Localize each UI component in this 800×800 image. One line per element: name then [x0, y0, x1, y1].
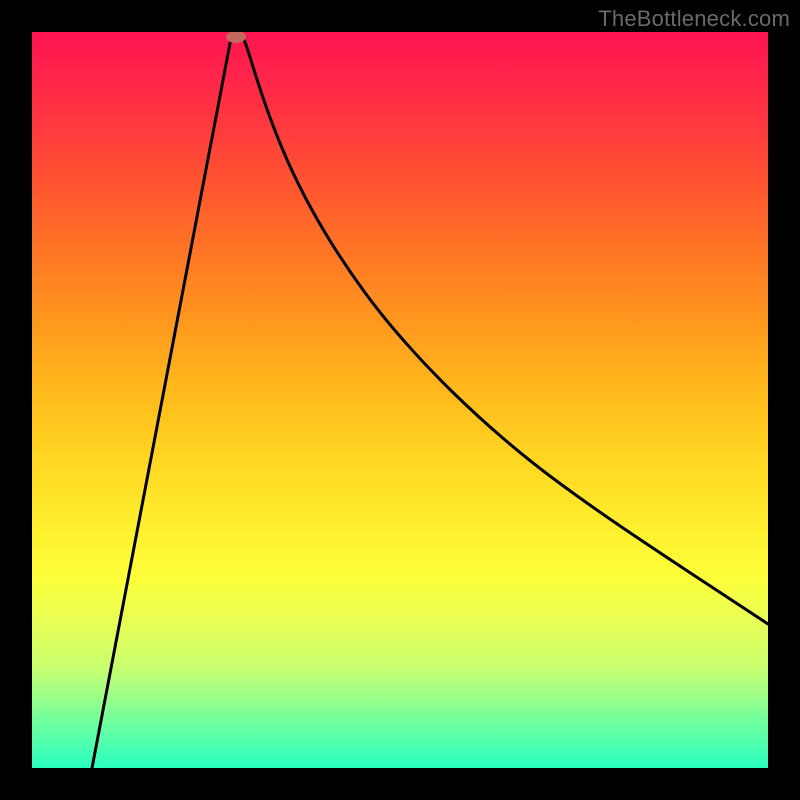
watermark-label: TheBottleneck.com	[598, 6, 790, 32]
curve-right-branch	[242, 35, 768, 624]
plot-area	[32, 32, 768, 768]
curve-group	[92, 32, 768, 768]
chart-frame: TheBottleneck.com	[0, 0, 800, 800]
curve-left-branch	[92, 33, 232, 768]
curve-layer	[32, 32, 768, 768]
